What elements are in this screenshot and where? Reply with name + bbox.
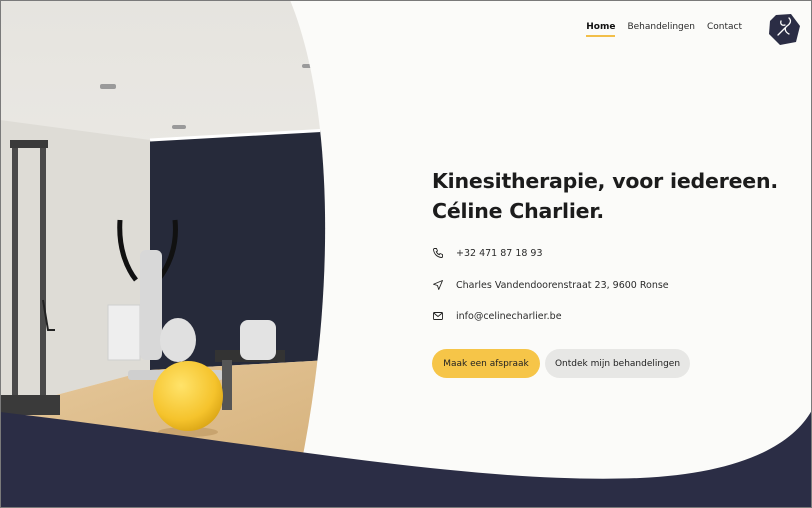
contact-email-row: info@celinecharlier.be [432,310,562,322]
contact-email[interactable]: info@celinecharlier.be [456,311,562,322]
hero-photo [0,0,812,508]
logo-icon[interactable] [767,12,801,46]
nav-home[interactable]: Home [586,22,616,37]
phone-icon [433,248,443,258]
hero-title-line-1: Kinesitherapie, voor iedereen. [432,169,778,193]
nav-contact[interactable]: Contact [707,22,742,37]
contact-address: Charles Vandendoorenstraat 23, 9600 Rons… [456,279,669,291]
nav-behandelingen[interactable]: Behandelingen [627,22,695,37]
hero-title: Kinesitherapie, voor iedereen. Céline Ch… [432,166,778,226]
mail-icon [433,312,443,320]
make-appointment-button[interactable]: Maak een afspraak [432,349,540,378]
location-arrow-icon [433,280,443,290]
hero-title-line-2: Céline Charlier. [432,199,604,223]
contact-phone-row: +32 471 87 18 93 [432,247,543,259]
contact-address-row: Charles Vandendoorenstraat 23, 9600 Rons… [432,279,669,291]
main-nav: Home Behandelingen Contact [586,22,742,37]
contact-phone[interactable]: +32 471 87 18 93 [456,248,543,259]
discover-treatments-button[interactable]: Ontdek mijn behandelingen [545,349,690,378]
